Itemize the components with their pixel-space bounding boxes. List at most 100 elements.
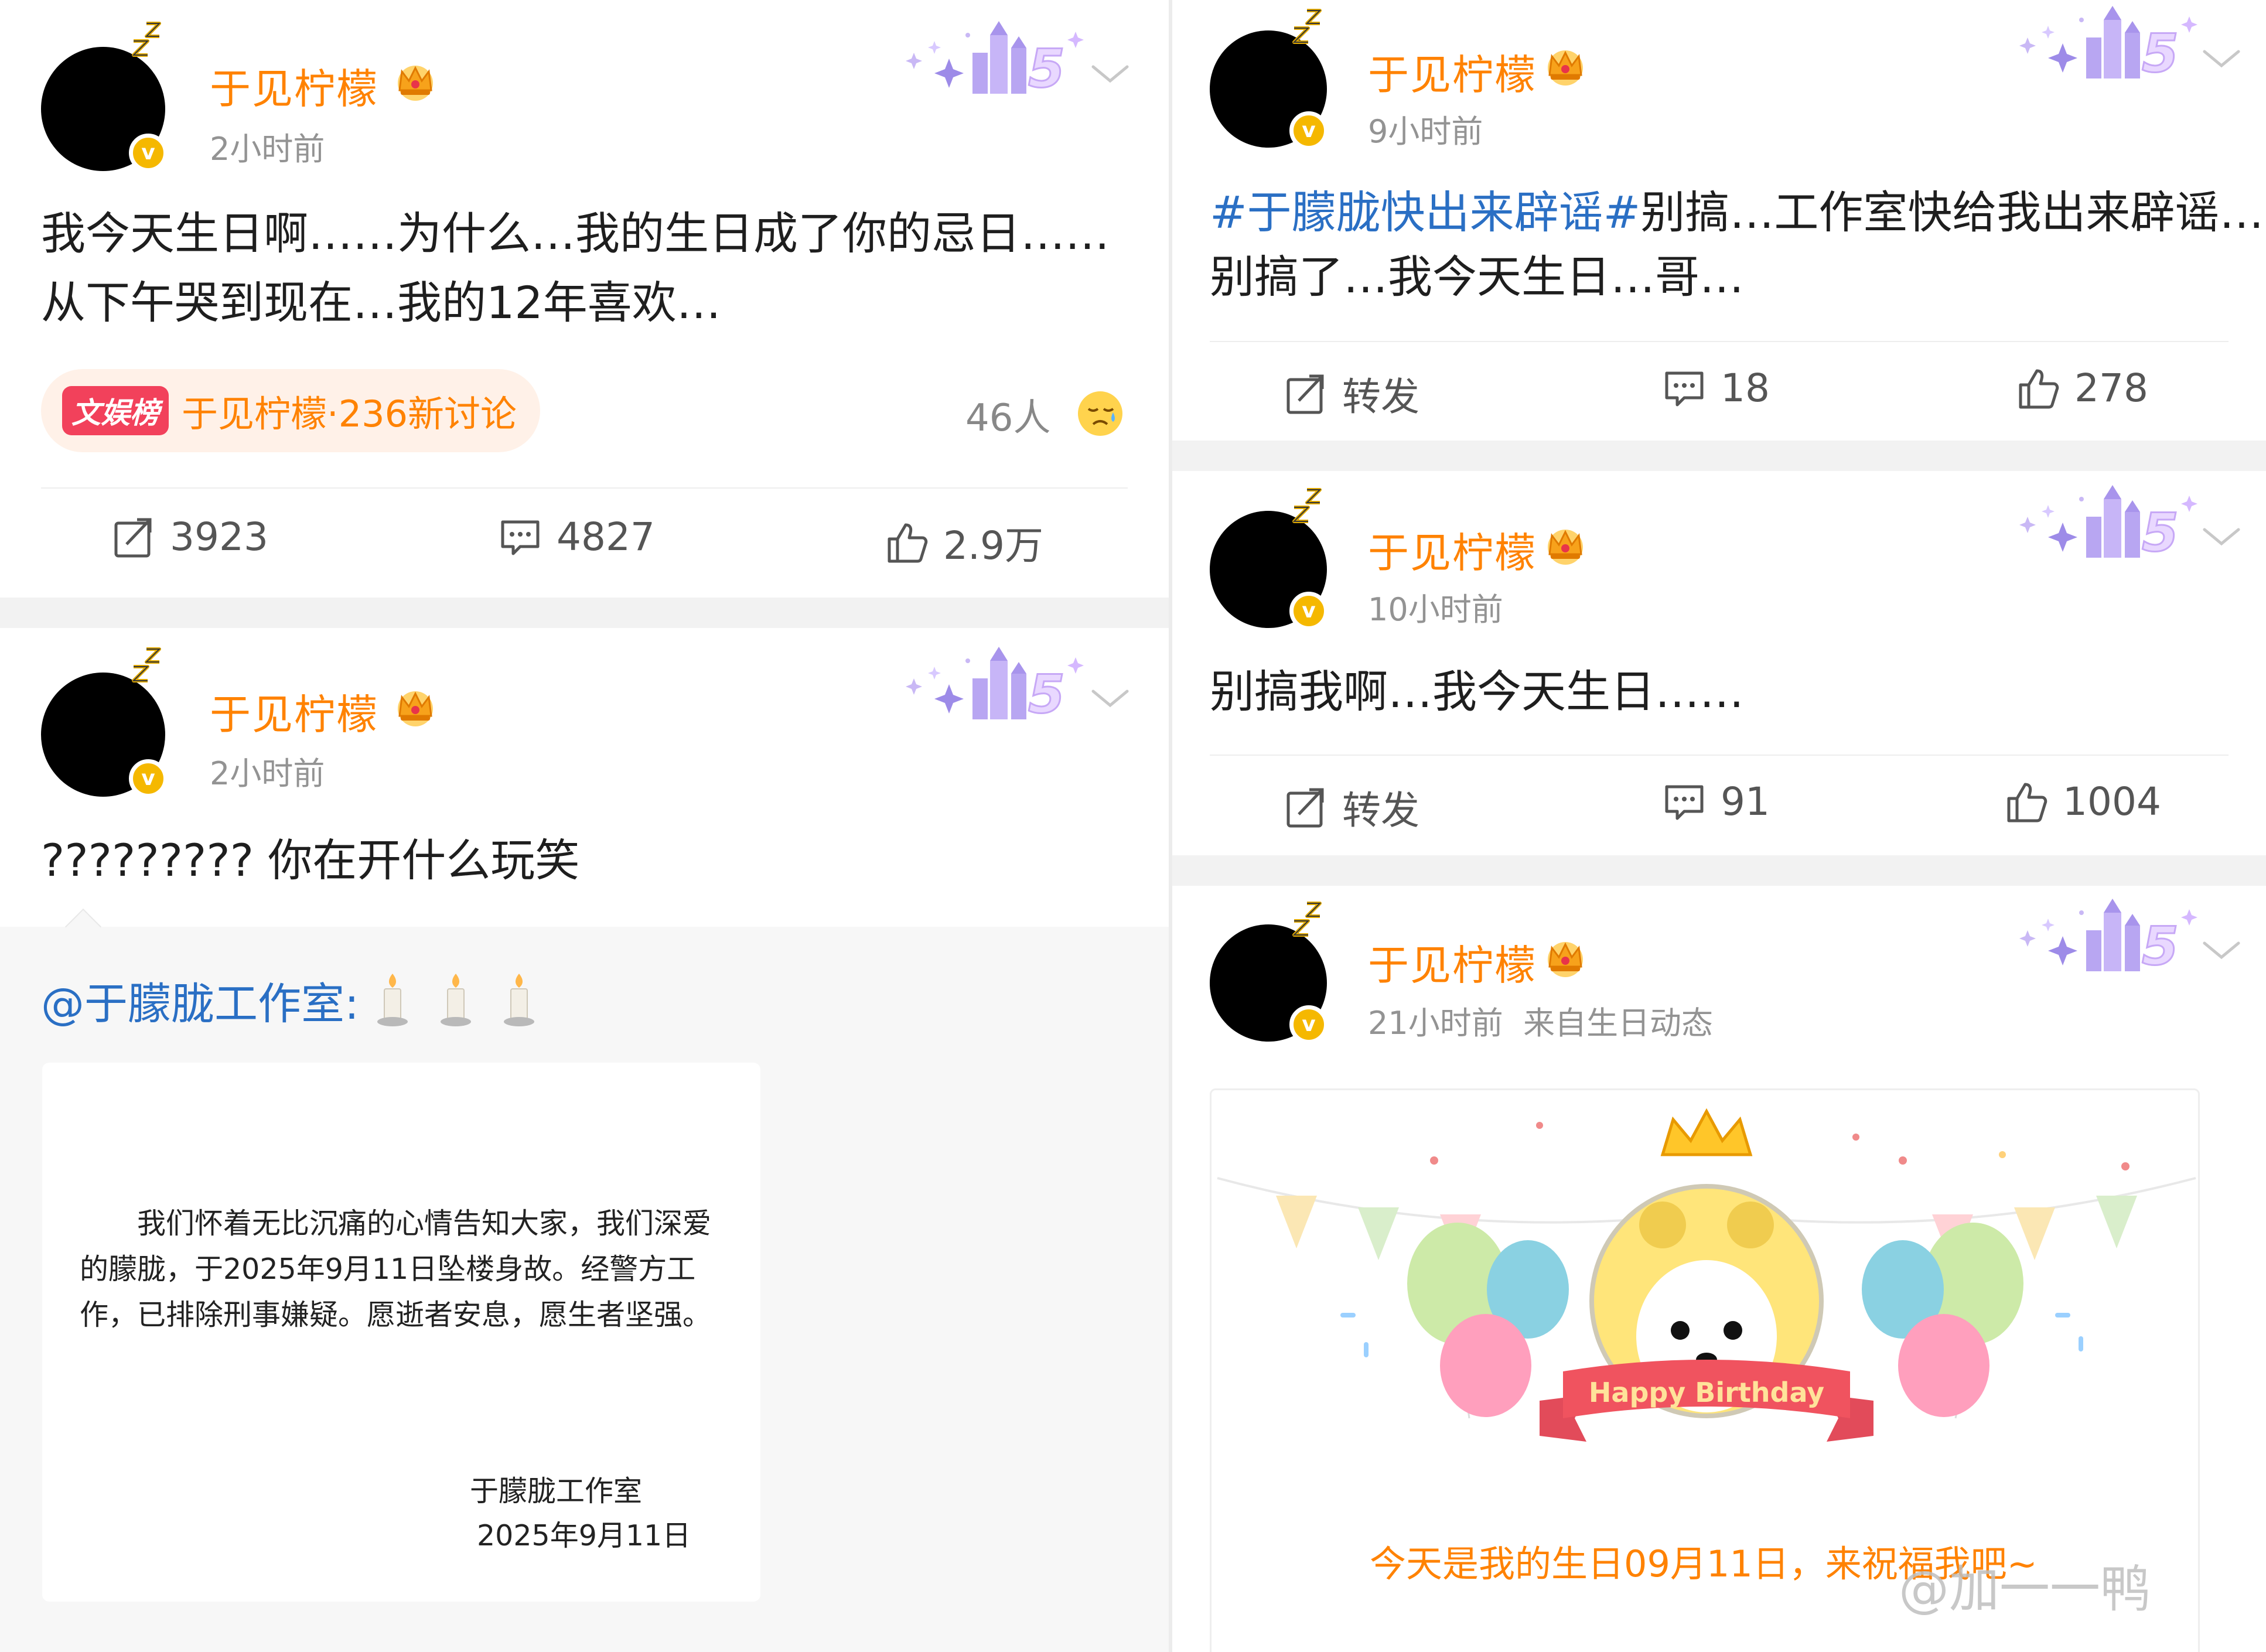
comment-button[interactable]: 4827 (498, 514, 655, 559)
comment-count: 91 (1721, 779, 1770, 824)
username[interactable]: 于见柠檬 (1368, 933, 1537, 992)
trending-topic-pill[interactable]: 文娱榜 于见柠檬·236新讨论 (41, 369, 541, 452)
like-button[interactable]: 278 (2016, 366, 2148, 411)
crown-icon (1542, 46, 1588, 87)
post-text: ????????? 你在开什么玩笑 (41, 834, 580, 886)
verified-badge-icon: v (1289, 1005, 1328, 1044)
post-time-value: 21小时前 (1368, 1005, 1503, 1042)
post-card-5[interactable]: v 于见柠檬 21小时前 来自生日动态 Happy Birthday 今天是我的… (1172, 886, 2266, 1652)
repost-count: 3923 (170, 514, 268, 559)
sleep-zz-icon (1289, 487, 1325, 534)
statement-text: 我们怀着无比沉痛的心情告知大家，我们深爱的朦胧，于2025年9月11日坠楼身故。… (80, 1207, 712, 1332)
post-time: 10小时前 (1368, 591, 1503, 628)
comment-icon (498, 515, 542, 559)
candle-icon (501, 971, 537, 1028)
decoration-badge-icon (902, 18, 1096, 105)
like-count: 1004 (2063, 779, 2161, 824)
repost-author[interactable]: @于朦胧工作室: (41, 969, 359, 1032)
crown-icon (1542, 937, 1588, 978)
reposted-content[interactable]: @于朦胧工作室: 我们怀着无比沉痛的心情告知大家，我们深爱的朦胧，于2025年9… (0, 908, 1169, 1652)
repost-label: 转发 (1342, 788, 1419, 833)
verified-badge-icon: v (129, 134, 168, 172)
repost-icon (1284, 371, 1328, 416)
decoration-badge-icon (902, 643, 1096, 731)
candle-icon (438, 971, 473, 1028)
chevron-down-icon[interactable] (1090, 62, 1131, 86)
sad-face-icon (1076, 389, 1125, 438)
post-card-4[interactable]: v 于见柠檬 10小时前 别搞我啊…我今天生日…… 转发 91 1004 (1172, 471, 2266, 855)
post-card-3[interactable]: v 于见柠檬 9小时前 #于朦胧快出来辟谣#别搞…工作室快给我出来辟谣… 别搞了… (1172, 0, 2266, 441)
comment-count: 18 (1721, 366, 1770, 411)
repost-button[interactable]: 转发 (1284, 779, 1419, 835)
post-text-line1: 我今天生日啊……为什么…我的生日成了你的忌日…… (41, 207, 1110, 260)
sleep-zz-icon (1289, 901, 1325, 948)
like-count: 278 (2074, 366, 2148, 411)
like-icon (2004, 780, 2049, 824)
comment-button[interactable]: 91 (1662, 779, 1770, 824)
repost-caret (64, 908, 102, 946)
banner-label: Happy Birthday (1589, 1377, 1824, 1408)
like-button[interactable]: 2.9万 (885, 514, 1043, 571)
chevron-down-icon[interactable] (2201, 938, 2242, 962)
like-button[interactable]: 1004 (2004, 779, 2161, 824)
statement-date: 2025年9月11日 (477, 1519, 691, 1552)
candle-icon (375, 971, 410, 1028)
repost-icon (111, 515, 156, 559)
username[interactable]: 于见柠檬 (210, 56, 378, 115)
crown-icon (1542, 525, 1588, 566)
like-icon (2016, 366, 2060, 411)
sleep-zz-icon (129, 647, 164, 694)
post-time: 21小时前 来自生日动态 (1368, 997, 1713, 1043)
chevron-down-icon[interactable] (1090, 687, 1131, 710)
trend-text: 于见柠檬·236新讨论 (182, 392, 517, 435)
viewers-count: 46人 (965, 397, 1051, 440)
post-separator (1172, 441, 2266, 471)
statement-signature: 于朦胧工作室 (470, 1474, 643, 1508)
username[interactable]: 于见柠檬 (210, 682, 378, 741)
like-icon (885, 520, 929, 565)
chevron-down-icon[interactable] (2201, 47, 2242, 70)
comment-icon (1662, 366, 1707, 411)
repost-button[interactable]: 3923 (111, 514, 268, 559)
birthday-illustration: Happy Birthday (1217, 1108, 2196, 1442)
decoration-badge-icon (2016, 895, 2209, 983)
post-separator (1172, 855, 2266, 886)
username[interactable]: 于见柠檬 (1368, 520, 1537, 579)
verified-badge-icon: v (1289, 111, 1328, 150)
repost-label: 转发 (1342, 374, 1419, 419)
statement-image[interactable]: 我们怀着无比沉痛的心情告知大家，我们深爱的朦胧，于2025年9月11日坠楼身故。… (42, 1063, 760, 1602)
post-time: 9小时前 (1368, 113, 1483, 150)
post-separator (0, 598, 1169, 628)
verified-badge-icon: v (1289, 592, 1328, 630)
post-time: 2小时前 (210, 755, 325, 792)
post-text-line2: 别搞了…我今天生日…哥… (1210, 251, 1744, 303)
post-text-line1: #于朦胧快出来辟谣#别搞…工作室快给我出来辟谣… (1210, 178, 2264, 247)
like-count: 2.9万 (943, 523, 1043, 568)
repost-icon (1284, 785, 1328, 830)
post-time: 2小时前 (210, 131, 325, 168)
chevron-down-icon[interactable] (2201, 525, 2242, 548)
post-card-1[interactable]: v 于见柠檬 2小时前 我今天生日啊……为什么…我的生日成了你的忌日…… 从下午… (0, 0, 1169, 598)
comment-icon (1662, 780, 1707, 824)
sleep-zz-icon (129, 21, 164, 68)
post-text-rest: 别搞…工作室快给我出来辟谣… (1640, 186, 2264, 238)
watermark: @加一一鸭 (1899, 1560, 2151, 1619)
post-text: 别搞我啊…我今天生日…… (1210, 665, 1744, 718)
repost-button[interactable]: 转发 (1284, 366, 1419, 422)
crown-icon (393, 687, 438, 728)
crown-icon (393, 61, 438, 102)
verified-badge-icon: v (129, 759, 168, 798)
comment-count: 4827 (557, 514, 655, 559)
left-column: v 于见柠檬 2小时前 我今天生日啊……为什么…我的生日成了你的忌日…… 从下午… (0, 0, 1169, 1652)
topic-hashtag[interactable]: #于朦胧快出来辟谣# (1210, 186, 1640, 238)
comment-button[interactable]: 18 (1662, 366, 1770, 411)
trend-tag: 文娱榜 (62, 386, 169, 435)
divider (1210, 755, 2229, 756)
divider (41, 487, 1128, 489)
post-source[interactable]: 来自生日动态 (1523, 1005, 1713, 1042)
post-card-2[interactable]: v 于见柠檬 2小时前 ????????? 你在开什么玩笑 @于朦胧工作室: 我… (0, 628, 1169, 1652)
screenshot-collage: v 于见柠檬 2小时前 我今天生日啊……为什么…我的生日成了你的忌日…… 从下午… (0, 0, 2266, 1652)
decoration-badge-icon (2016, 482, 2209, 569)
right-column: v 于见柠檬 9小时前 #于朦胧快出来辟谣#别搞…工作室快给我出来辟谣… 别搞了… (1169, 0, 2266, 1652)
username[interactable]: 于见柠檬 (1368, 42, 1537, 101)
